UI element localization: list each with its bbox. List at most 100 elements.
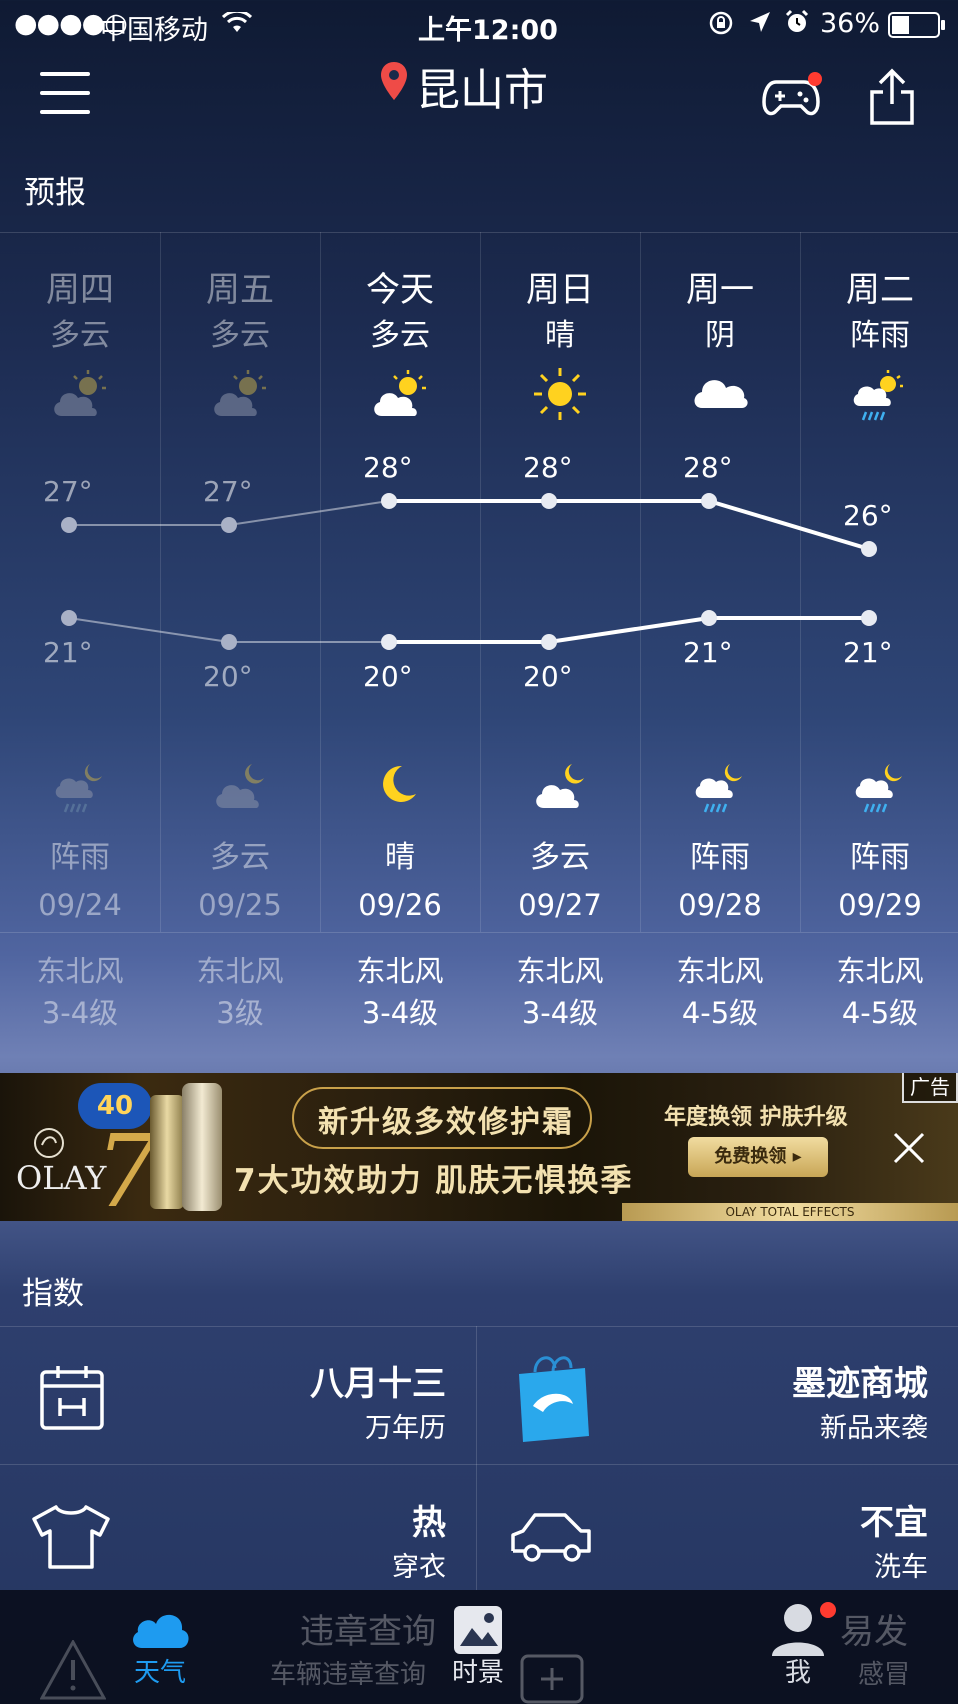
- status-time: 上午12:00: [418, 15, 558, 46]
- night-shower-icon: [692, 760, 748, 826]
- partly-cloudy-icon: [210, 368, 270, 424]
- tab-bar: 违章查询 车辆违章查询 易发 感冒 天气 时景 我: [0, 1590, 958, 1704]
- forecast-day[interactable]: 周日: [480, 262, 640, 311]
- high-temp-point: [381, 493, 397, 509]
- tab-label: 时景: [451, 1658, 504, 1688]
- low-temp-point: [221, 634, 237, 650]
- forecast-day-condition: 多云: [210, 318, 270, 353]
- forecast-day-condition: 阴: [705, 318, 735, 353]
- location-pin-icon: [380, 61, 408, 112]
- forecast-date: 09/25: [198, 888, 282, 922]
- rotation-lock-icon: [708, 10, 734, 43]
- high-temp-label: 27°: [203, 475, 253, 508]
- warning-icon: [39, 1638, 107, 1704]
- night-cloudy-icon: [532, 760, 592, 816]
- city-selector[interactable]: 昆山市: [380, 56, 548, 116]
- wind-level: 4-5级: [841, 996, 919, 1030]
- index-title: 指数: [22, 1276, 84, 1312]
- ad-label: 广告: [902, 1073, 958, 1103]
- forecast-day[interactable]: 今天: [320, 262, 480, 311]
- index-main: 热: [412, 1503, 446, 1543]
- low-temp-label: 21°: [683, 636, 733, 669]
- forecast-night-condition: 晴: [385, 840, 415, 875]
- night-shower-icon: [52, 760, 108, 826]
- index-item-carwash[interactable]: 不宜 洗车: [477, 1465, 958, 1603]
- tab-weather[interactable]: 天气: [110, 1590, 210, 1704]
- battery-icon: [888, 12, 946, 45]
- forecast-night-condition: 阵雨: [50, 840, 110, 875]
- wind-level: 4-5级: [681, 996, 759, 1030]
- close-icon[interactable]: [892, 1131, 926, 1169]
- night-cloudy-icon: [212, 760, 272, 816]
- city-name: 昆山市: [416, 65, 548, 116]
- night-shower-icon: [852, 760, 908, 826]
- index-main: 墨迹商城: [792, 1364, 928, 1404]
- forecast-day[interactable]: 周一: [640, 262, 800, 311]
- car-icon: [509, 1509, 593, 1569]
- forecast-date: 09/28: [678, 888, 762, 922]
- ad-headline: 新升级多效修护霜: [318, 1105, 574, 1140]
- index-item-shop[interactable]: 墨迹商城 新品来袭: [477, 1326, 958, 1464]
- menu-icon[interactable]: [40, 72, 90, 118]
- forecast-grid: 27° 27° 28° 28° 28° 26° 21° 20° 20° 20° 21° 21° 周四多…: [0, 232, 958, 932]
- shopping-bag-icon: [513, 1350, 593, 1448]
- cloud-icon: [690, 368, 750, 416]
- wind-direction: 东北风: [36, 954, 124, 988]
- ad-banner[interactable]: OLAY 40 7 新升级多效修护霜 7大功效助力 肌肤无惧换季 年度换领 护肤…: [0, 1073, 958, 1221]
- temp-line-segment: [228, 500, 390, 526]
- ad-promo: 年度换领 护肤升级: [664, 1105, 848, 1130]
- sun-icon: [530, 364, 590, 428]
- carrier-label: 中国移动: [100, 15, 208, 46]
- share-icon: [868, 68, 916, 130]
- tab-me[interactable]: 我: [748, 1590, 848, 1704]
- index-sub: 万年历: [365, 1413, 446, 1444]
- status-bar: ●●●●○ 中国移动 上午12:00 36%: [0, 0, 958, 50]
- forecast-day-condition: 多云: [50, 318, 110, 353]
- index-item-calendar[interactable]: 八月十三 万年历: [0, 1326, 476, 1464]
- tab-flu-title: 易发: [840, 1612, 908, 1652]
- low-temp-label: 21°: [843, 636, 893, 669]
- high-temp-point: [61, 517, 77, 533]
- low-temp-label: 20°: [523, 660, 573, 693]
- tab-violation-sub: 车辆违章查询: [270, 1660, 427, 1690]
- wind-level: 3-4级: [41, 996, 119, 1030]
- moon-icon: [372, 760, 422, 814]
- index-sub: 新品来袭: [820, 1413, 928, 1444]
- game-button[interactable]: [762, 68, 824, 126]
- index-sub: 洗车: [874, 1552, 928, 1583]
- index-sub: 穿衣: [392, 1552, 446, 1583]
- calendar-icon: [40, 1364, 104, 1434]
- wind-row: 东北风 3-4级 东北风 3级 东北风 3-4级 东北风 3-4级 东北风 4-5级 东北风 4-5级: [0, 950, 958, 1040]
- forecast-day[interactable]: 周四: [0, 262, 160, 311]
- notification-dot: [808, 72, 822, 86]
- low-temp-point: [381, 634, 397, 650]
- index-main: 八月十三: [310, 1364, 446, 1404]
- product-jar: [150, 1095, 184, 1209]
- tab-label: 天气: [133, 1658, 186, 1688]
- wind-direction: 东北风: [836, 954, 924, 988]
- tab-violation-title: 违章查询: [300, 1612, 436, 1652]
- wind-level: 3-4级: [521, 996, 599, 1030]
- share-button[interactable]: [868, 68, 916, 130]
- forecast-night-condition: 阵雨: [690, 840, 750, 875]
- forecast-night-condition: 多云: [210, 840, 270, 875]
- tshirt-icon: [30, 1505, 112, 1573]
- partly-cloudy-icon: [370, 368, 430, 424]
- forecast-date: 09/29: [838, 888, 922, 922]
- ad-cta-button[interactable]: 免费换领 ▸: [688, 1137, 828, 1177]
- forecast-title: 预报: [24, 175, 86, 211]
- add-icon: [520, 1646, 584, 1704]
- low-temp-point: [861, 610, 877, 626]
- forecast-day[interactable]: 周二: [800, 262, 958, 311]
- battery-percent: 36%: [820, 8, 881, 39]
- brand-label: OLAY: [16, 1159, 107, 1197]
- tab-scenery[interactable]: 时景: [428, 1590, 528, 1704]
- forecast-date: 09/27: [518, 888, 602, 922]
- index-item-clothing[interactable]: 热 穿衣: [0, 1465, 476, 1603]
- low-temp-label: 21°: [43, 636, 93, 669]
- high-temp-point: [861, 541, 877, 557]
- gamepad-icon: [762, 80, 824, 126]
- forecast-day[interactable]: 周五: [160, 262, 320, 311]
- high-temp-point: [541, 493, 557, 509]
- tab-flu-sub: 感冒: [858, 1660, 911, 1690]
